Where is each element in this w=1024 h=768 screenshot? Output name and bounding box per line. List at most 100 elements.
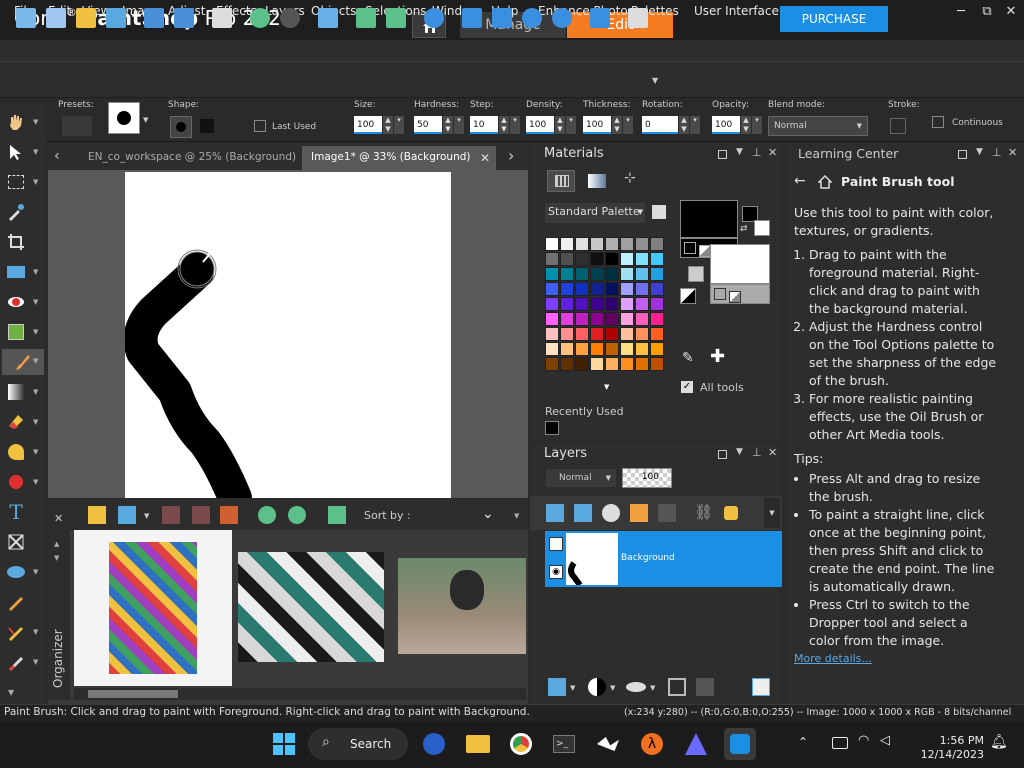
- close-tab-icon[interactable]: ✕: [480, 151, 490, 165]
- color-swatch[interactable]: [590, 297, 604, 311]
- rainbow-tab[interactable]: [588, 174, 606, 188]
- color-swatch[interactable]: [590, 357, 604, 371]
- color-swatch[interactable]: [560, 357, 574, 371]
- clock[interactable]: 1:56 PM 12/14/2023: [904, 734, 984, 762]
- gradient-tool-icon[interactable]: [4, 380, 28, 404]
- opacity-input[interactable]: 100: [712, 116, 740, 134]
- tools-scroll-down-icon[interactable]: ▼: [8, 688, 14, 697]
- wifi-icon[interactable]: ◠: [858, 733, 869, 748]
- color-swatch[interactable]: [650, 267, 664, 281]
- dropper-icon[interactable]: ✎: [682, 350, 694, 366]
- color-swatch[interactable]: [545, 312, 559, 326]
- layer-new-dropdown-icon[interactable]: ▼: [570, 684, 575, 692]
- organizer-scrollbar[interactable]: [74, 688, 526, 700]
- notification-bell-icon[interactable]: 🔔︎: [990, 734, 1008, 750]
- color-swatch[interactable]: [545, 282, 559, 296]
- tool-flyout-icon[interactable]: ▼: [33, 328, 38, 336]
- density-input[interactable]: 100: [526, 116, 554, 134]
- thumbnail-selected[interactable]: [74, 530, 232, 686]
- step-input[interactable]: 10: [470, 116, 498, 134]
- organizer-collapse-icon[interactable]: ▲: [54, 540, 59, 548]
- learning-menu-icon[interactable]: ▼: [976, 147, 983, 157]
- mask-layer-icon[interactable]: [630, 504, 648, 522]
- organizer-view-icon[interactable]: [118, 506, 136, 524]
- shape-round-button[interactable]: [170, 116, 192, 138]
- color-swatch[interactable]: [560, 237, 574, 251]
- tabs-scroll-right-icon[interactable]: ›: [508, 146, 514, 165]
- size-input[interactable]: 100: [354, 116, 382, 134]
- color-swatch[interactable]: [560, 282, 574, 296]
- color-swatch[interactable]: [620, 267, 634, 281]
- layers-pin-icon[interactable]: ⊥: [752, 446, 762, 459]
- color-swatch[interactable]: [590, 327, 604, 341]
- organizer-rotate-right-icon[interactable]: [288, 506, 306, 524]
- stroke-pen-icon[interactable]: [890, 118, 906, 134]
- resize-icon[interactable]: [318, 8, 338, 28]
- color-swatch[interactable]: [575, 297, 589, 311]
- layers-toolbar-dropdown-icon[interactable]: ▼: [764, 498, 780, 528]
- learning-maximize-icon[interactable]: [958, 150, 967, 159]
- grid-icon[interactable]: [46, 8, 66, 28]
- organizer-refresh-icon[interactable]: [328, 506, 346, 524]
- organizer-retouch-icon[interactable]: [192, 506, 210, 524]
- brush-tip-preview[interactable]: [108, 102, 140, 134]
- size-dropdown[interactable]: ▾: [394, 116, 404, 134]
- rotation-input[interactable]: 0: [642, 116, 678, 134]
- more-details-link[interactable]: More details...: [794, 650, 1000, 668]
- organizer-nav-icon[interactable]: [88, 506, 106, 524]
- last-used-checkbox[interactable]: [254, 120, 266, 132]
- palette-select[interactable]: Standard Palette ▼: [545, 203, 645, 223]
- color-swatch[interactable]: [605, 357, 619, 371]
- background-material[interactable]: [710, 244, 770, 284]
- warp-tool-icon[interactable]: [4, 530, 28, 554]
- layer-visibility-eye-icon[interactable]: ◉: [549, 565, 563, 579]
- layer-opacity-field[interactable]: 100: [622, 468, 672, 488]
- tool-flyout-icon[interactable]: ▼: [33, 118, 38, 126]
- pick-tool-icon[interactable]: [4, 140, 28, 164]
- color-swatch[interactable]: [575, 357, 589, 371]
- selection-tool-icon[interactable]: [4, 170, 28, 194]
- taskbar-search[interactable]: ⌕ Search: [308, 728, 408, 760]
- color-swatch[interactable]: [560, 327, 574, 341]
- layer-adjust-icon[interactable]: [588, 678, 606, 696]
- adjustment-layer-icon[interactable]: [602, 504, 620, 522]
- actual-size-icon[interactable]: [462, 8, 482, 28]
- tool-flyout-icon[interactable]: ▼: [33, 478, 38, 486]
- sort-by-dropdown-icon[interactable]: ⌄: [482, 506, 494, 522]
- color-swatch[interactable]: [590, 237, 604, 251]
- color-swatch[interactable]: [650, 312, 664, 326]
- color-swatch[interactable]: [620, 342, 634, 356]
- tool-flyout-icon[interactable]: ▼: [33, 178, 38, 186]
- layer-new-icon[interactable]: [548, 678, 566, 696]
- shape-square-button[interactable]: [200, 119, 214, 133]
- color-swatch[interactable]: [635, 252, 649, 266]
- new-raster-layer-icon[interactable]: [546, 504, 564, 522]
- color-swatch[interactable]: [575, 312, 589, 326]
- link-layer-icon[interactable]: ⛓: [694, 503, 713, 521]
- color-swatch[interactable]: [650, 327, 664, 341]
- pan-tool-icon[interactable]: [4, 110, 28, 134]
- new-vector-layer-icon[interactable]: [574, 504, 592, 522]
- materials-menu-icon[interactable]: ▼: [736, 147, 743, 157]
- back-arrow-icon[interactable]: ←: [794, 173, 806, 189]
- dropper-tool-icon[interactable]: [4, 200, 28, 224]
- opacity-spinner[interactable]: ▲ ▼: [741, 116, 751, 134]
- color-swatch[interactable]: [575, 327, 589, 341]
- zoom-out-icon[interactable]: [522, 8, 542, 28]
- restore-button[interactable]: ⧉: [976, 2, 998, 22]
- layer-blend-select[interactable]: Normal ▼: [546, 469, 616, 487]
- pen-tool-icon[interactable]: [4, 590, 28, 614]
- organizer-rotate-left-icon[interactable]: [258, 506, 276, 524]
- tool-flyout-icon[interactable]: ▼: [33, 418, 38, 426]
- layer-adjust-dropdown-icon[interactable]: ▼: [610, 684, 615, 692]
- color-swatch[interactable]: [590, 252, 604, 266]
- tray-overflow-icon[interactable]: ⌃: [798, 735, 808, 749]
- color-swatch[interactable]: [635, 297, 649, 311]
- color-swatch[interactable]: [635, 312, 649, 326]
- volume-icon[interactable]: ◁: [880, 733, 890, 748]
- color-swatch[interactable]: [635, 357, 649, 371]
- delete-layer-icon[interactable]: [696, 678, 714, 696]
- paintshop-taskbar-icon[interactable]: [724, 728, 756, 760]
- minimize-button[interactable]: ─: [950, 2, 972, 22]
- swap-materials-icon[interactable]: [688, 266, 704, 282]
